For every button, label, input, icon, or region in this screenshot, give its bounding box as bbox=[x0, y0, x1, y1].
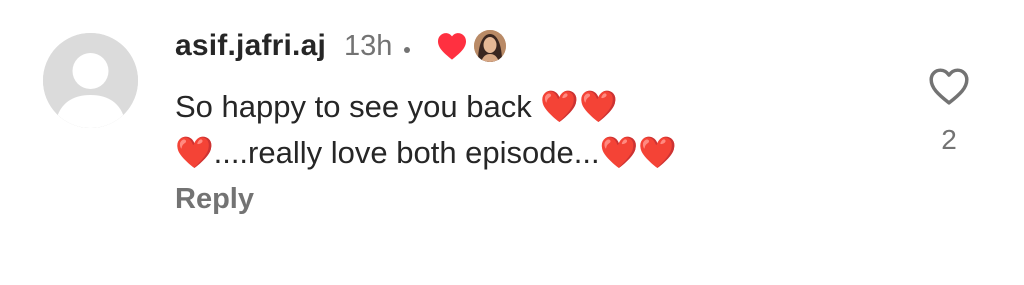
liked-by-author bbox=[436, 30, 507, 62]
username[interactable]: asif.jafri.aj bbox=[175, 29, 326, 63]
comment-item: asif.jafri.aj 13h So happy to see you ba… bbox=[0, 0, 1024, 285]
separator-dot bbox=[404, 47, 411, 53]
author-avatar bbox=[474, 30, 507, 62]
avatar[interactable] bbox=[43, 33, 138, 128]
default-avatar-icon bbox=[43, 33, 138, 128]
like-count[interactable]: 2 bbox=[925, 124, 973, 156]
comment-text-line-2: ❤️....really love both episode...❤️❤️ bbox=[175, 135, 677, 170]
reply-button[interactable]: Reply bbox=[175, 183, 254, 216]
heart-outline-icon[interactable] bbox=[927, 66, 971, 106]
comment-text: So happy to see you back ❤️❤️ ❤️....real… bbox=[175, 84, 825, 176]
red-heart-icon bbox=[436, 31, 468, 61]
comment-header: asif.jafri.aj 13h bbox=[175, 26, 507, 66]
timestamp[interactable]: 13h bbox=[344, 30, 392, 63]
like-column: 2 bbox=[925, 66, 973, 156]
comment-text-line-1: So happy to see you back ❤️❤️ bbox=[175, 89, 618, 124]
